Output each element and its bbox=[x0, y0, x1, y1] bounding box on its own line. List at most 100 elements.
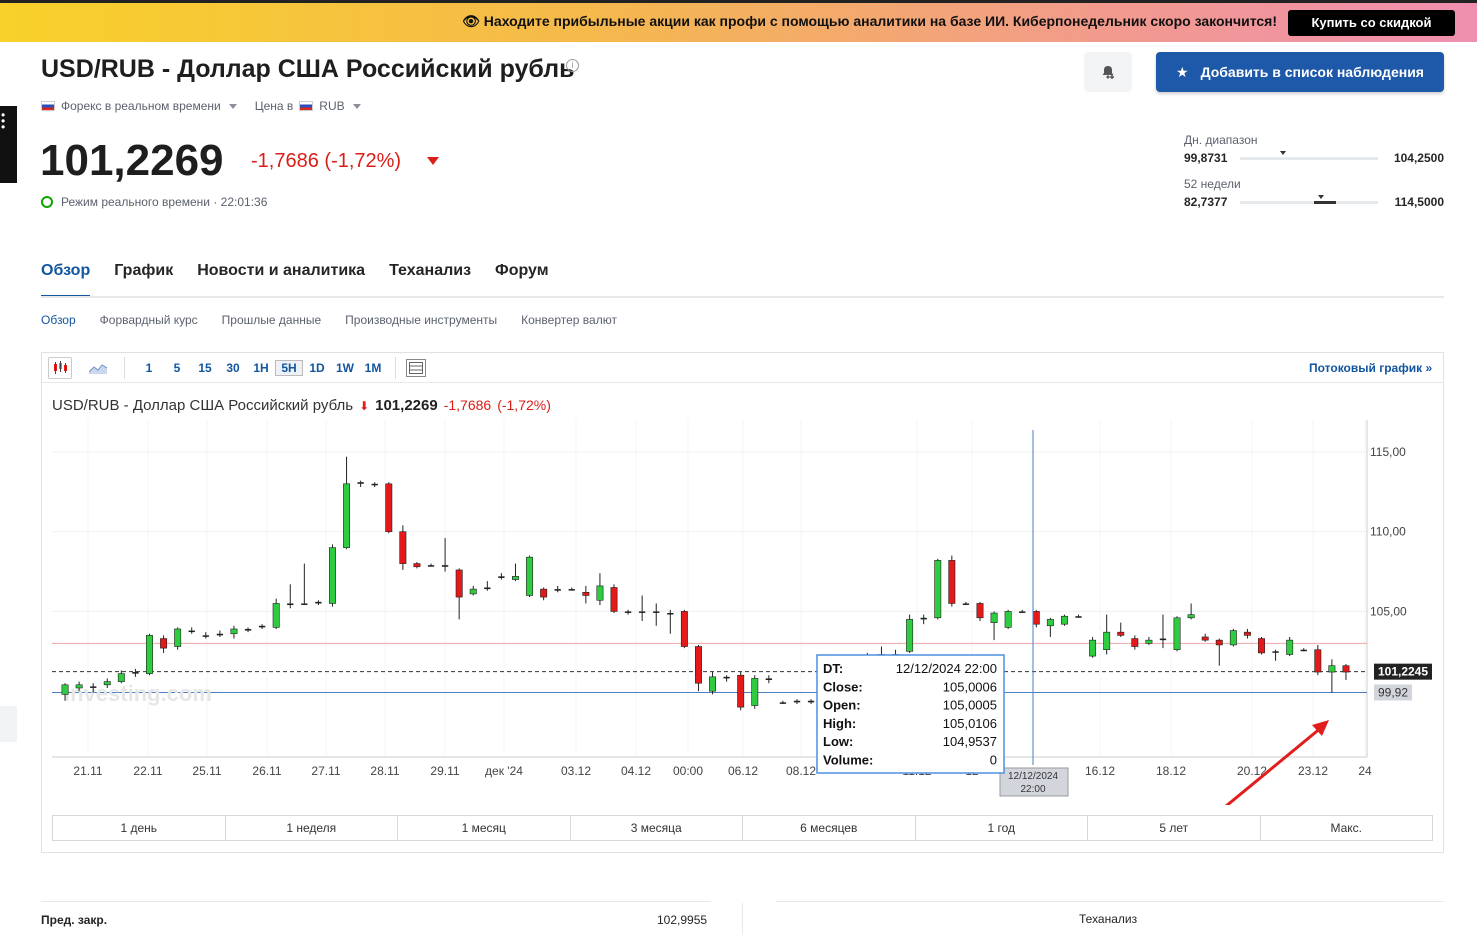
candle-body bbox=[399, 531, 407, 564]
tooltip-label: Low: bbox=[823, 734, 853, 749]
bell-plus-icon bbox=[1102, 66, 1114, 79]
subtab-derivatives[interactable]: Производные инструменты bbox=[345, 313, 497, 327]
interval-1h[interactable]: 1H bbox=[247, 361, 275, 375]
tab-forum[interactable]: Форум bbox=[495, 262, 549, 298]
candle-body bbox=[1314, 649, 1322, 673]
add-alert-button[interactable] bbox=[1084, 52, 1132, 92]
side-feedback-tab[interactable] bbox=[0, 706, 17, 742]
candle-body bbox=[737, 674, 745, 708]
candlestick-chart[interactable]: 115,00 110,00 105,00 21.11 22.11 25.11 26.11 27… bbox=[42, 420, 1442, 805]
chart-change: -1,7686 bbox=[443, 397, 492, 413]
tab-overview[interactable]: Обзор bbox=[41, 262, 91, 298]
interval-30[interactable]: 30 bbox=[219, 361, 247, 375]
candle-body bbox=[1046, 619, 1054, 627]
candle-body bbox=[469, 588, 477, 595]
subtab-history[interactable]: Прошлые данные bbox=[222, 313, 321, 327]
chevron-down-icon[interactable] bbox=[228, 103, 237, 109]
x-tick-label: 24 bbox=[1358, 764, 1372, 778]
candle-body bbox=[568, 589, 575, 591]
interval-1m[interactable]: 1M bbox=[359, 361, 387, 375]
interval-1d[interactable]: 1D bbox=[303, 361, 331, 375]
candle-body bbox=[455, 569, 463, 598]
candlestick-icon[interactable] bbox=[48, 357, 72, 379]
market-type[interactable]: Форекс в реальном времени bbox=[61, 99, 221, 113]
table-icon[interactable] bbox=[406, 359, 426, 377]
tooltip-value: 104,9537 bbox=[943, 734, 997, 749]
candle-body bbox=[160, 638, 168, 649]
down-arrow-icon bbox=[427, 157, 439, 165]
candle-body bbox=[1131, 638, 1139, 647]
price-in-label: Цена в bbox=[254, 99, 294, 113]
streaming-chart-link[interactable]: Потоковый график » bbox=[1309, 361, 1432, 375]
period-1d[interactable]: 1 день bbox=[53, 816, 226, 840]
x-tick-label: 25.11 bbox=[192, 764, 221, 778]
candle-body bbox=[1117, 631, 1125, 636]
x-tick-label: дек '24 bbox=[485, 764, 523, 778]
candle-body bbox=[343, 483, 351, 548]
candle-body bbox=[1032, 611, 1040, 625]
interval-1w[interactable]: 1W bbox=[331, 361, 359, 375]
tooltip-value: 105,0005 bbox=[943, 698, 997, 713]
interval-5[interactable]: 5 bbox=[163, 361, 191, 375]
tooltip-label: DT: bbox=[823, 661, 843, 676]
period-3m[interactable]: 3 месяца bbox=[571, 816, 743, 840]
currency-select[interactable]: RUB bbox=[319, 99, 344, 113]
russia-flag-icon bbox=[41, 101, 55, 111]
more-dots-icon[interactable]: • • • bbox=[1, 109, 5, 133]
candle-body bbox=[484, 587, 491, 590]
tab-technical[interactable]: Теханализ bbox=[389, 262, 471, 298]
candle-body bbox=[1272, 651, 1279, 653]
week52-range-fill bbox=[1314, 201, 1336, 204]
main-tabs: Обзор График Новости и аналитика Теханал… bbox=[41, 262, 573, 298]
candle-body bbox=[582, 591, 590, 596]
candle-body bbox=[258, 625, 266, 628]
toolbar-separator bbox=[124, 357, 125, 379]
chart-instrument-name: USD/RUB - Доллар США Российский рубль bbox=[52, 397, 354, 414]
interval-5h[interactable]: 5H bbox=[275, 360, 303, 376]
period-1m[interactable]: 1 месяц bbox=[398, 816, 571, 840]
x-tick-label: 18.12 bbox=[1156, 764, 1186, 778]
clock-icon bbox=[41, 196, 53, 208]
candle-body bbox=[526, 556, 534, 596]
chevron-down-icon[interactable] bbox=[352, 103, 361, 109]
sub-tabs: Обзор Форвардный курс Прошлые данные Про… bbox=[41, 313, 641, 327]
candle-body bbox=[779, 702, 787, 704]
candle-body bbox=[1173, 617, 1181, 651]
realtime-text: Режим реального времени · 22:01:36 bbox=[61, 195, 268, 209]
candle-body bbox=[1060, 615, 1068, 625]
week52-range-label: 52 недели bbox=[1184, 177, 1241, 191]
candle-body bbox=[117, 673, 125, 682]
candle-body bbox=[329, 547, 336, 604]
candle-body bbox=[132, 672, 139, 674]
add-to-watchlist-button[interactable]: ★ Добавить в список наблюдения bbox=[1156, 52, 1444, 92]
week52-range-marker bbox=[1318, 195, 1325, 199]
subtab-forward[interactable]: Форвардный курс bbox=[100, 313, 198, 327]
period-6m[interactable]: 6 месяцев bbox=[743, 816, 916, 840]
subtab-converter[interactable]: Конвертер валют bbox=[521, 313, 617, 327]
interval-15[interactable]: 15 bbox=[191, 361, 219, 375]
candle-body bbox=[920, 617, 927, 620]
period-1y[interactable]: 1 год bbox=[916, 816, 1088, 840]
period-1w[interactable]: 1 неделя bbox=[226, 816, 398, 840]
candle-body bbox=[1145, 639, 1153, 644]
candle-body bbox=[1075, 616, 1082, 618]
day-high: 104,2500 bbox=[1393, 151, 1444, 165]
subtab-overview[interactable]: Обзор bbox=[41, 313, 76, 327]
period-max[interactable]: Макс. bbox=[1261, 816, 1433, 840]
candle-body bbox=[174, 628, 182, 647]
candle-body bbox=[512, 576, 519, 580]
info-icon[interactable]: i bbox=[566, 59, 579, 72]
candle-body bbox=[357, 482, 364, 484]
period-5y[interactable]: 5 лет bbox=[1088, 816, 1261, 840]
tab-chart[interactable]: График bbox=[114, 262, 173, 298]
candle-body bbox=[934, 560, 942, 619]
x-tick-label: 16.12 bbox=[1085, 764, 1115, 778]
instrument-title: USD/RUB - Доллар США Российский рубль bbox=[41, 55, 575, 83]
crosshair-time: 22:00 bbox=[1020, 784, 1045, 795]
tooltip-value: 105,0006 bbox=[943, 679, 997, 694]
prev-close-label: Пред. закр. bbox=[41, 913, 108, 927]
interval-1[interactable]: 1 bbox=[135, 361, 163, 375]
area-chart-icon[interactable] bbox=[86, 357, 110, 379]
promo-buy-button[interactable]: Купить со скидкой bbox=[1288, 10, 1455, 36]
tab-news[interactable]: Новости и аналитика bbox=[197, 262, 365, 298]
